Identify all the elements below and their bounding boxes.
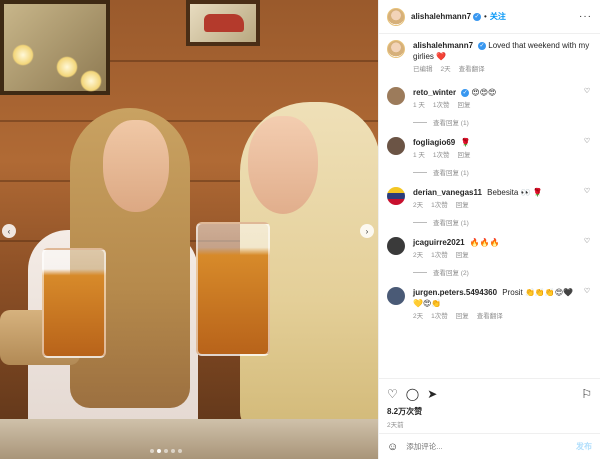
reply-button[interactable]: 回复 bbox=[458, 100, 471, 111]
separator-dot: • bbox=[484, 12, 487, 21]
reply-button[interactable]: 回复 bbox=[456, 200, 469, 211]
comment-time: 2天 bbox=[413, 313, 424, 320]
comment-username[interactable]: fogliagio69 bbox=[413, 138, 455, 147]
table bbox=[0, 419, 378, 459]
next-slide-icon[interactable]: › bbox=[360, 224, 374, 238]
comment-item: fogliagio69 🌹 1 天 1次赞 回复 ♡ bbox=[387, 137, 592, 161]
comment-time: 2天 bbox=[413, 202, 424, 209]
verified-badge-icon: ✓ bbox=[478, 41, 487, 50]
post-date: 2天前 bbox=[387, 422, 404, 429]
avatar[interactable] bbox=[387, 187, 405, 205]
comment-likes[interactable]: 1次赞 bbox=[433, 100, 450, 111]
post-panel: alishalehmann7 ✓ • 关注 ··· alishalehmann7… bbox=[378, 0, 600, 459]
comment-text: 🌹 bbox=[460, 138, 471, 147]
left-woman-face bbox=[103, 120, 169, 212]
caption-username[interactable]: alishalehmann7 bbox=[413, 41, 473, 50]
comment-item: jurgen.peters.5494360 Prosit 👏👏👏😍🖤💛😍👏 2天… bbox=[387, 287, 592, 322]
beer-mug-right bbox=[196, 222, 270, 356]
heart-icon[interactable]: ♡ bbox=[582, 187, 592, 195]
caption: alishalehmann7 ✓ Loved that weekend with … bbox=[387, 40, 592, 75]
carousel-dots bbox=[150, 449, 182, 453]
comments-list[interactable]: alishalehmann7 ✓ Loved that weekend with … bbox=[379, 34, 600, 378]
action-bar: ♡ ◯ ➤ ⚐ 8.2万次赞 2天前 bbox=[379, 378, 600, 433]
post-header: alishalehmann7 ✓ • 关注 ··· bbox=[379, 0, 600, 34]
bookmark-icon[interactable]: ⚐ bbox=[581, 388, 592, 400]
view-replies-button[interactable]: 查看回复 (1) bbox=[413, 117, 592, 127]
post-photo[interactable]: ‹ › bbox=[0, 0, 378, 459]
right-woman-face bbox=[248, 116, 318, 214]
comment-time: 2天 bbox=[413, 252, 424, 259]
heart-icon[interactable]: ♡ bbox=[582, 237, 592, 245]
reply-button[interactable]: 回复 bbox=[458, 150, 471, 161]
view-replies-button[interactable]: 查看回复 (1) bbox=[413, 217, 592, 227]
comment-username[interactable]: reto_winter bbox=[413, 88, 456, 97]
heart-icon[interactable]: ♡ bbox=[582, 287, 592, 295]
comment-text: 😍😍😍 bbox=[471, 88, 497, 97]
comment-likes[interactable]: 1次赞 bbox=[431, 200, 448, 211]
comment-likes[interactable]: 1次赞 bbox=[431, 250, 448, 261]
wall-sign bbox=[0, 0, 110, 95]
framed-picture bbox=[186, 0, 260, 46]
comment-likes[interactable]: 1次赞 bbox=[433, 150, 450, 161]
like-count[interactable]: 8.2万次赞 bbox=[387, 406, 592, 417]
verified-badge-icon: ✓ bbox=[461, 88, 470, 97]
share-icon[interactable]: ➤ bbox=[427, 388, 437, 400]
avatar[interactable] bbox=[387, 137, 405, 155]
comment-username[interactable]: jcaguirre2021 bbox=[413, 238, 465, 247]
smiley-icon[interactable]: ☺ bbox=[387, 441, 398, 453]
heart-icon[interactable]: ♡ bbox=[582, 87, 592, 95]
verified-badge-icon: ✓ bbox=[473, 12, 482, 21]
comment-username[interactable]: derian_vanegas11 bbox=[413, 188, 482, 197]
comment-input[interactable] bbox=[406, 442, 576, 451]
translate-link[interactable]: 查看翻译 bbox=[477, 311, 503, 322]
avatar[interactable] bbox=[387, 87, 405, 105]
more-horizontal-icon[interactable]: ··· bbox=[579, 11, 592, 22]
heart-icon[interactable]: ♡ bbox=[387, 388, 398, 400]
comment-likes[interactable]: 1次赞 bbox=[431, 311, 448, 322]
avatar[interactable] bbox=[387, 7, 405, 26]
caption-time: 2天 bbox=[440, 66, 451, 73]
avatar[interactable] bbox=[387, 237, 405, 255]
view-replies-button[interactable]: 查看回复 (1) bbox=[413, 167, 592, 177]
comment-time: 1 天 bbox=[413, 152, 425, 159]
translate-link[interactable]: 查看翻译 bbox=[459, 64, 485, 75]
follow-button[interactable]: 关注 bbox=[490, 11, 506, 22]
reply-button[interactable]: 回复 bbox=[456, 250, 469, 261]
view-replies-button[interactable]: 查看回复 (2) bbox=[413, 267, 592, 277]
beer-mug-left bbox=[42, 248, 106, 358]
post-button[interactable]: 发布 bbox=[576, 441, 592, 452]
comment-item: reto_winter ✓ 😍😍😍 1 天 1次赞 回复 ♡ bbox=[387, 87, 592, 111]
heart-icon[interactable]: ♡ bbox=[582, 137, 592, 145]
avatar[interactable] bbox=[387, 40, 405, 58]
comment-text: 🔥🔥🔥 bbox=[469, 238, 500, 247]
comment-icon[interactable]: ◯ bbox=[406, 388, 419, 400]
comment-time: 1 天 bbox=[413, 102, 425, 109]
add-comment-bar: ☺ 发布 bbox=[379, 433, 600, 459]
previous-slide-icon[interactable]: ‹ bbox=[2, 224, 16, 238]
header-username[interactable]: alishalehmann7 bbox=[411, 12, 471, 21]
avatar[interactable] bbox=[387, 287, 405, 305]
edited-label: 已编辑 bbox=[413, 66, 433, 73]
comment-item: jcaguirre2021 🔥🔥🔥 2天 1次赞 回复 ♡ bbox=[387, 237, 592, 261]
reply-button[interactable]: 回复 bbox=[456, 311, 469, 322]
comment-text: Bebesita 👀 🌹 bbox=[487, 188, 543, 197]
comment-item: derian_vanegas11 Bebesita 👀 🌹 2天 1次赞 回复 … bbox=[387, 187, 592, 211]
comment-username[interactable]: jurgen.peters.5494360 bbox=[413, 288, 497, 297]
